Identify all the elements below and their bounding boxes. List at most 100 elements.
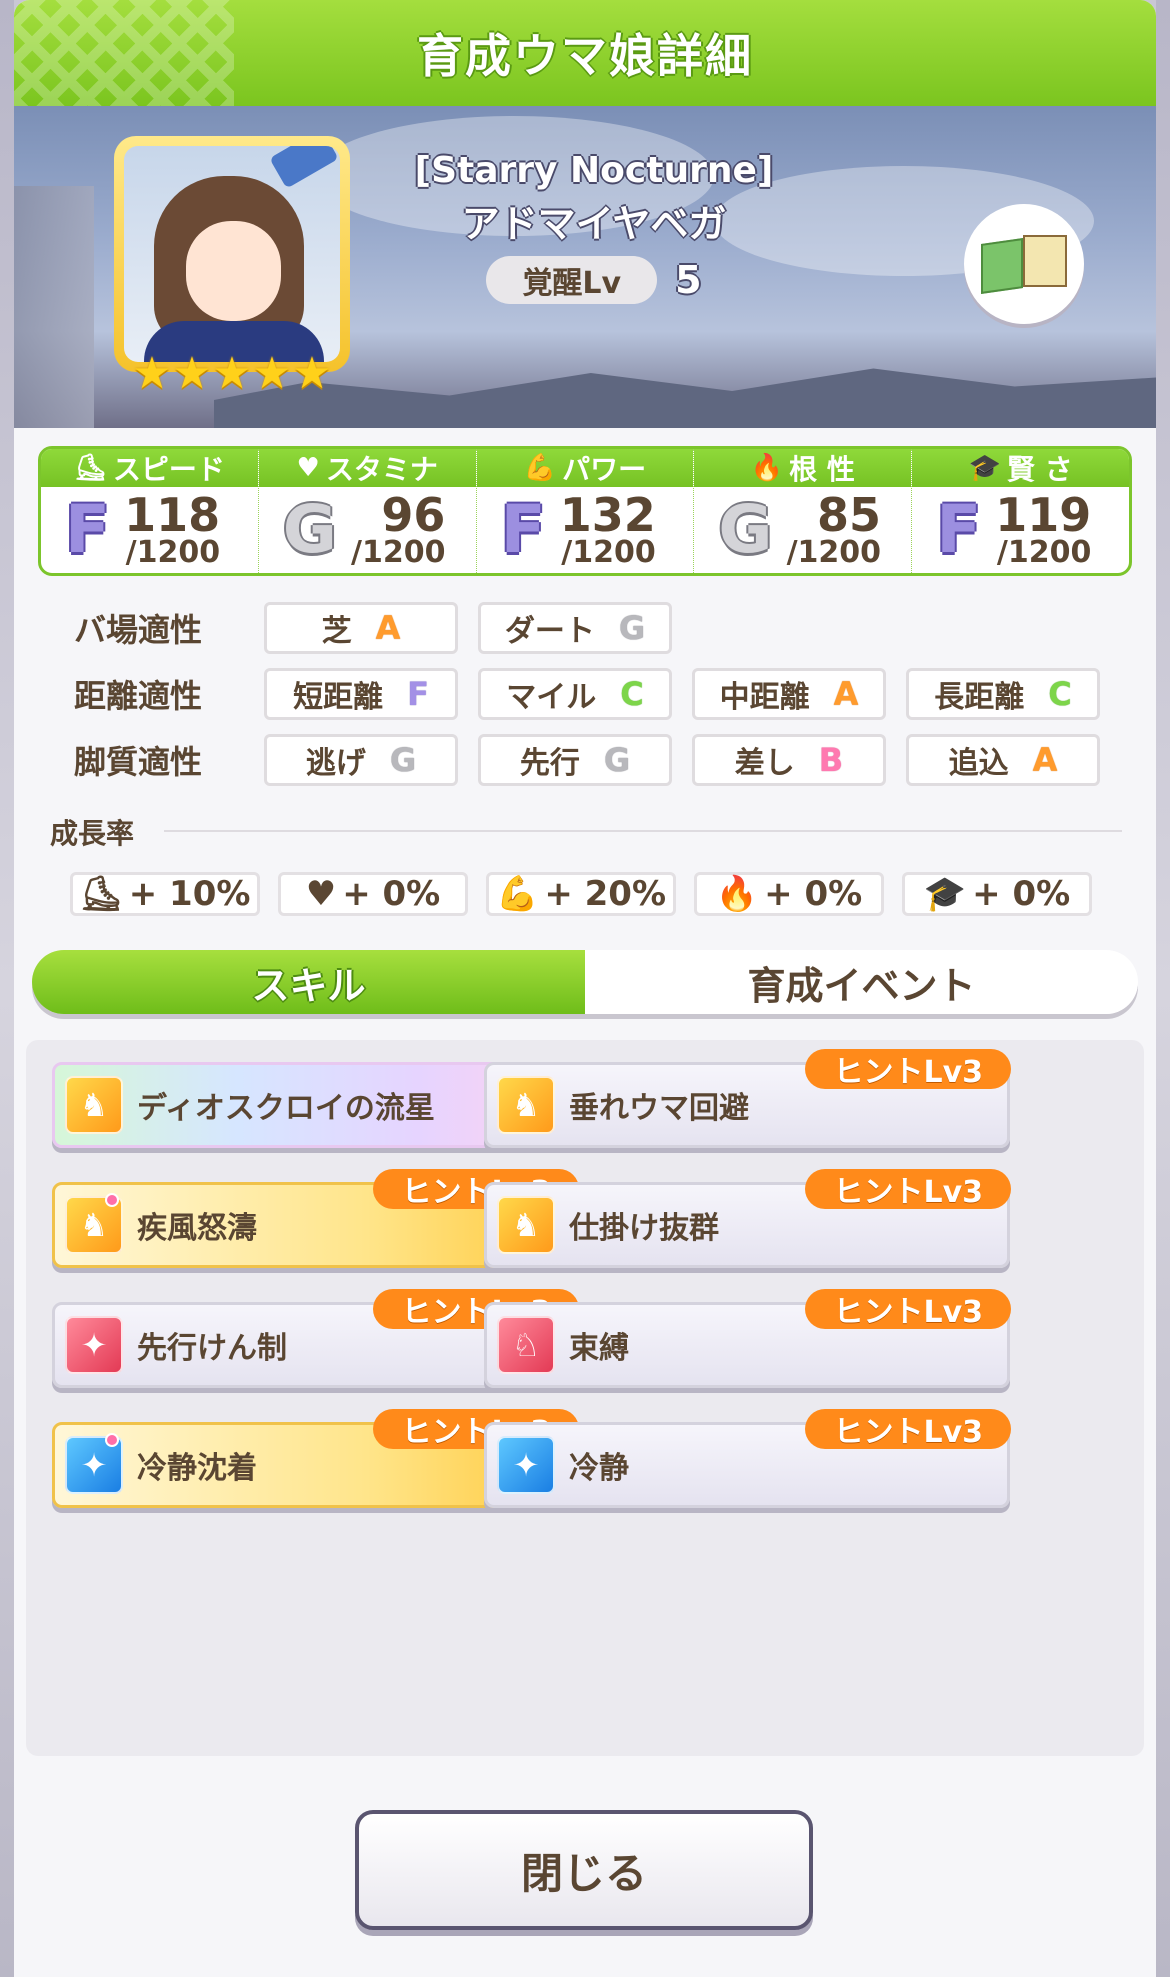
hint-level-badge: ヒントLv3 <box>805 1049 1011 1090</box>
stat-grade: G <box>282 491 337 568</box>
horse-emblem-icon: ♞ <box>497 1196 555 1254</box>
aptitude-grade: A <box>1032 741 1058 779</box>
new-indicator-dot <box>105 1433 119 1447</box>
stat-value: 132 <box>559 488 656 542</box>
aptitude-grade: A <box>833 675 859 713</box>
stat-column: ♥ スタミナ G 96/1200 <box>258 449 477 573</box>
character-portrait[interactable] <box>114 136 350 372</box>
stat-max: /1200 <box>350 535 446 570</box>
track-aptitude-row: バ場適性 芝 A ダート G <box>64 602 672 654</box>
stat-max: /1200 <box>786 535 882 570</box>
hint-level-badge: ヒントLv3 <box>805 1289 1011 1330</box>
stat-label: スタミナ <box>325 453 438 486</box>
skill-item[interactable]: ✦ 冷静 ヒントLv3 <box>484 1409 1011 1508</box>
heart-icon: ♥ <box>296 453 320 483</box>
aptitude-name: 先行 <box>519 746 580 781</box>
hint-level-badge: ヒントLv3 <box>805 1409 1011 1450</box>
aptitude-name: 長距離 <box>934 680 1025 715</box>
new-indicator-dot <box>105 1193 119 1207</box>
stat-body: G 85/1200 <box>694 487 911 573</box>
stat-label: パワー <box>562 453 647 486</box>
book-button[interactable] <box>964 204 1084 324</box>
aptitude-grade: A <box>375 609 401 647</box>
growth-rate-row: ⛸ + 10% ♥ + 0% 💪 + 20% 🔥 + 0% 🎓 + 0% <box>70 872 1092 916</box>
aptitude-cells: 短距離 F マイル C 中距離 A 長距離 C <box>264 668 1100 720</box>
stat-value: 85 <box>817 488 882 542</box>
stat-label: 賢 さ <box>1006 453 1073 486</box>
skill-item[interactable]: ♞ 仕掛け抜群 ヒントLv3 <box>484 1169 1011 1268</box>
aptitude-label: 距離適性 <box>74 677 203 715</box>
page-title: 育成ウマ娘詳細 <box>417 29 753 83</box>
sparkle-icon: ✦ <box>65 1316 123 1374</box>
skill-item[interactable]: ♘ 束縛 ヒントLv3 <box>484 1289 1011 1388</box>
aptitude-cell: 短距離 F <box>264 668 458 720</box>
stat-column: 💪 パワー F 132/1200 <box>476 449 695 573</box>
stats-panel: ⛸ スピード F 118/1200 ♥ スタミナ G 96/1200 💪 パワー F 132/1200… <box>38 446 1132 576</box>
stat-value: 96 <box>381 488 446 542</box>
skill-name: ディオスクロイの流星 <box>137 1091 435 1126</box>
stat-values: 96/1200 <box>351 492 445 568</box>
growth-rate-value: + 0% <box>342 874 441 914</box>
tab-skills[interactable]: スキル <box>32 950 585 1014</box>
heart-icon: ♥ <box>305 874 337 914</box>
stat-body: F 119/1200 <box>912 487 1129 573</box>
aptitude-cell: 逃げ G <box>264 734 458 786</box>
skill-list: ♞ディオスクロイの流星Lv3♞垂れウマ回避ヒントLv3♞疾風怒濤ヒントLv3♞仕… <box>26 1040 1144 1756</box>
aptitude-name: 逃げ <box>305 746 366 781</box>
stat-header: 🎓 賢 さ <box>912 449 1129 487</box>
growth-rate-cell: ♥ + 0% <box>278 872 468 916</box>
aptitude-cell: 長距離 C <box>906 668 1100 720</box>
aptitude-grade: C <box>620 675 644 713</box>
stat-max: /1200 <box>561 535 656 570</box>
horse-emblem-icon: ♞ <box>497 1076 555 1134</box>
shoe-icon: ⛸ <box>73 453 107 483</box>
sparkle-icon: ✦ <box>497 1436 555 1494</box>
growth-rate-cell: 🔥 + 0% <box>694 872 884 916</box>
close-button[interactable]: 閉じる <box>355 1810 813 1930</box>
aptitude-grade: G <box>389 741 417 779</box>
aptitude-cell: ダート G <box>478 602 672 654</box>
header: 育成ウマ娘詳細 <box>14 0 1156 106</box>
stat-header: 💪 パワー <box>476 449 694 487</box>
growth-rate-value: + 20% <box>544 874 667 914</box>
divider <box>164 830 1122 832</box>
awaken-label: 覚醒Lv <box>486 256 658 304</box>
aptitude-cell: 差し B <box>692 734 886 786</box>
aptitude-name: 芝 <box>321 614 352 649</box>
horse-emblem-icon: ♞ <box>65 1076 123 1134</box>
distance-aptitude-row: 距離適性 短距離 F マイル C 中距離 A 長距離 C <box>64 668 1100 720</box>
stat-header: ⛸ スピード <box>41 449 258 487</box>
tab-bar: スキル 育成イベント <box>32 950 1138 1014</box>
stat-label: 根 性 <box>789 453 855 486</box>
aptitude-grade: F <box>407 675 429 713</box>
mountains <box>214 368 1156 428</box>
aptitude-cells: 逃げ G 先行 G 差し B 追込 A <box>264 734 1100 786</box>
skill-item[interactable]: ♞ 垂れウマ回避 ヒントLv3 <box>484 1049 1011 1148</box>
stat-header: 🔥 根 性 <box>694 449 912 487</box>
background-left <box>0 0 14 1977</box>
aptitude-grade: G <box>603 741 631 779</box>
growth-rate-cell: 🎓 + 0% <box>902 872 1092 916</box>
stat-max: /1200 <box>996 535 1092 570</box>
stat-header: ♥ スタミナ <box>258 449 476 487</box>
aptitude-grade: G <box>618 609 646 647</box>
stat-column: 🔥 根 性 G 85/1200 <box>694 449 913 573</box>
stat-grade: F <box>65 491 111 568</box>
tab-training-events[interactable]: 育成イベント <box>585 950 1138 1014</box>
muscle-icon: 💪 <box>523 453 557 483</box>
growth-rate-value: + 10% <box>128 874 251 914</box>
shadow-horse-icon: ♘ <box>497 1316 555 1374</box>
aptitude-name: 追込 <box>948 746 1009 781</box>
stat-grade: G <box>718 491 773 568</box>
stat-grade: F <box>500 491 546 568</box>
aptitude-name: マイル <box>506 680 597 715</box>
portrait-ribbon <box>269 146 339 189</box>
stat-values: 132/1200 <box>560 492 656 568</box>
star-icon: ★ <box>172 348 212 399</box>
flame-icon: 🔥 <box>715 874 759 914</box>
stat-values: 119/1200 <box>995 492 1091 568</box>
aptitude-name: 中距離 <box>719 680 810 715</box>
aptitude-label: 脚質適性 <box>74 743 203 781</box>
star-icon: ★ <box>132 348 172 399</box>
awaken-value: 5 <box>675 258 702 302</box>
